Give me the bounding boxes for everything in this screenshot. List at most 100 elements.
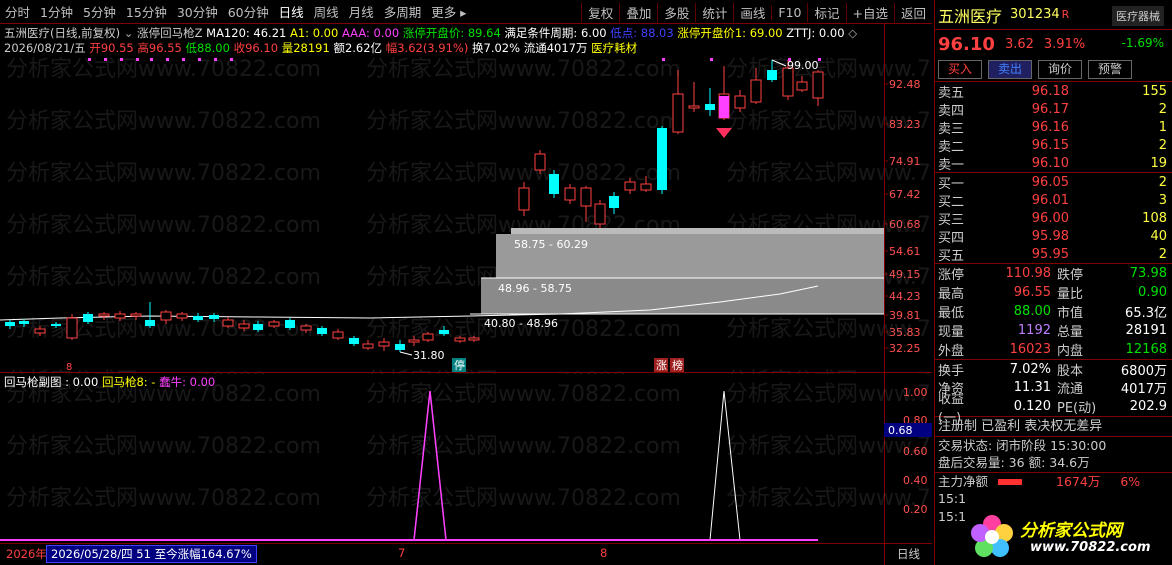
ask-row-1[interactable]: 卖五 96.18 155 (935, 82, 1172, 101)
stock-code: 301234 (1010, 7, 1060, 22)
period-tab-3[interactable]: 15分钟 (121, 2, 172, 21)
quote-value-2: 12168 (1125, 342, 1167, 357)
candle-body (624, 181, 636, 191)
signal-dot (120, 58, 123, 61)
candle-body (734, 95, 746, 109)
watermark-text: 分析家公式网www.70822.com (726, 57, 932, 82)
period-tab-7[interactable]: 周线 (309, 2, 344, 21)
toolbar-action-4[interactable]: 画线 (733, 2, 771, 22)
bid-row-4[interactable]: 买四 95.98 40 (935, 227, 1172, 246)
ask-row-3[interactable]: 卖三 96.16 1 (935, 118, 1172, 137)
sub-indicator-line: 回马枪副图 : 0.00 回马枪8: - 蠢牛: 0.00 (4, 374, 215, 390)
sector-change-pct: -1.69% (1121, 36, 1164, 50)
quote-key-2: 股本 (1057, 363, 1084, 379)
period-tab-6[interactable]: 日线 (274, 2, 309, 21)
alert-button[interactable]: 预警 (1088, 60, 1132, 79)
candle-body (705, 104, 715, 110)
bid-row-2[interactable]: 买二 96.01 3 (935, 191, 1172, 210)
candlestick-chart[interactable]: 92.4883.2374.9167.4260.6854.6149.1544.23… (0, 24, 932, 374)
sell-button[interactable]: 卖出 (988, 60, 1032, 79)
candle-body (580, 187, 592, 207)
toolbar-action-3[interactable]: 统计 (695, 2, 733, 22)
bar-sector[interactable]: 医疗耗材 (591, 41, 637, 55)
quote-value: 88.00 (1013, 304, 1051, 319)
order-volume: 2 (1158, 174, 1167, 190)
sub-axis-label: 0.20 (903, 503, 928, 516)
bid-row-1[interactable]: 买一 96.05 2 (935, 173, 1172, 192)
bid-row-3[interactable]: 买三 96.00 108 (935, 209, 1172, 228)
order-label: 卖五 (938, 85, 965, 101)
period-tab-9[interactable]: 多周期 (379, 2, 427, 21)
candle-body (640, 183, 652, 191)
toolbar-action-7[interactable]: +自选 (845, 2, 894, 22)
bar-range: 幅3.62(3.91%) (385, 41, 469, 55)
toolbar-action-8[interactable]: 返回 (893, 2, 932, 22)
quote-row: 外盘 16023 内盘 12168 (935, 340, 1172, 359)
bar-amount: 额2.62亿 (333, 41, 383, 55)
watermark-text: 分析家公式网www.70822.com (726, 109, 932, 134)
order-label: 买一 (938, 176, 965, 192)
quote-value-2: 202.9 (1129, 399, 1167, 414)
zttj-value: ZTTJ: 0.00 (786, 26, 845, 40)
sector-badge[interactable]: 医疗器械 (1112, 6, 1164, 26)
diamond-icon[interactable]: ◇ (848, 26, 857, 40)
inquiry-button[interactable]: 询价 (1038, 60, 1082, 79)
candle-body (468, 337, 480, 341)
sub-title[interactable]: 回马枪副图 : 0.00 (4, 375, 98, 389)
toolbar-action-5[interactable]: F10 (771, 4, 807, 20)
quote-row: 涨停 110.98 跌停 73.98 (935, 264, 1172, 283)
candle-body (66, 317, 78, 339)
order-label: 卖二 (938, 139, 965, 155)
candle-body (51, 324, 61, 326)
ask-row-4[interactable]: 卖二 96.15 2 (935, 136, 1172, 155)
main-flow-pct: 6% (1120, 474, 1141, 489)
watermark-text: 分析家公式网www.70822.com (6, 213, 321, 238)
ask-row-5[interactable]: 卖一 96.10 19 (935, 154, 1172, 173)
toolbar-action-1[interactable]: 叠加 (619, 2, 657, 22)
quote-key-2: 总量 (1057, 325, 1084, 340)
period-tab-4[interactable]: 30分钟 (172, 2, 223, 21)
toolbar-action-2[interactable]: 多股 (657, 2, 695, 22)
quote-key-2: 量比 (1057, 287, 1084, 302)
candle-body (300, 325, 312, 331)
candle-body (349, 338, 359, 344)
formula-toggle-icon[interactable]: ⌄ (124, 26, 137, 40)
period-tab-8[interactable]: 月线 (344, 2, 379, 21)
order-label: 买五 (938, 248, 965, 264)
candle-body (534, 153, 546, 171)
quote-key: 现量 (938, 325, 965, 340)
trade-status: 交易状态: 闭市阶段 15:30:00 (935, 436, 1172, 454)
signal-line (0, 390, 818, 541)
quote-row: 现量 1192 总量 28191 (935, 321, 1172, 340)
toolbar-action-6[interactable]: 标记 (807, 2, 845, 22)
quote-value-2: 4017万 (1120, 382, 1167, 397)
low-price-label: 31.80 (413, 349, 445, 362)
watermark-text: 分析家公式网www.70822.com (366, 486, 681, 511)
order-volume: 155 (1142, 83, 1167, 99)
order-label: 卖三 (938, 121, 965, 137)
quote-value: 96.55 (1013, 285, 1051, 300)
period-tab-10[interactable]: 更多 ▸ (426, 2, 471, 21)
sub-indicator-chart[interactable]: 分析家公式网www.70822.com 分析家公式网www.70822.com 分析… (0, 373, 932, 543)
candle-body (688, 105, 700, 109)
candle-body (268, 321, 280, 327)
formula-name[interactable]: 涨停回马枪Z (137, 26, 202, 40)
after-hours-trade: 盘后交易量: 36 额: 34.6万 (938, 455, 1090, 470)
period-tab-0[interactable]: 分时 (0, 2, 35, 21)
quote-row: 收益(一) 0.120 PE(动) 202.9 (935, 392, 1172, 426)
buy-button[interactable]: 买入 (938, 60, 982, 79)
quote-stats: 涨停 110.98 跌停 73.98 最高 96.55 量比 0.90 最低 88.00 市值 65.… (935, 264, 1172, 426)
toolbar-action-0[interactable]: 复权 (581, 2, 619, 22)
quote-value-2: 73.98 (1129, 266, 1167, 281)
period-tab-5[interactable]: 60分钟 (223, 2, 274, 21)
quote-value: 16023 (1009, 342, 1051, 357)
period-tab-2[interactable]: 5分钟 (78, 2, 121, 21)
signal-dot (710, 58, 713, 61)
period-tab-1[interactable]: 1分钟 (35, 2, 78, 21)
order-volume: 2 (1158, 246, 1167, 262)
ask-row-2[interactable]: 卖四 96.17 2 (935, 100, 1172, 119)
period-toolbar: 分时 1分钟 5分钟 15分钟 30分钟 60分钟 日线 周线 月线 多周期 更多 ▸ 复权 叠加 多股统… (0, 0, 932, 24)
period-button[interactable]: 日线 (884, 544, 932, 565)
order-volume: 108 (1142, 210, 1167, 226)
bid-row-5[interactable]: 买五 95.95 2 (935, 245, 1172, 264)
